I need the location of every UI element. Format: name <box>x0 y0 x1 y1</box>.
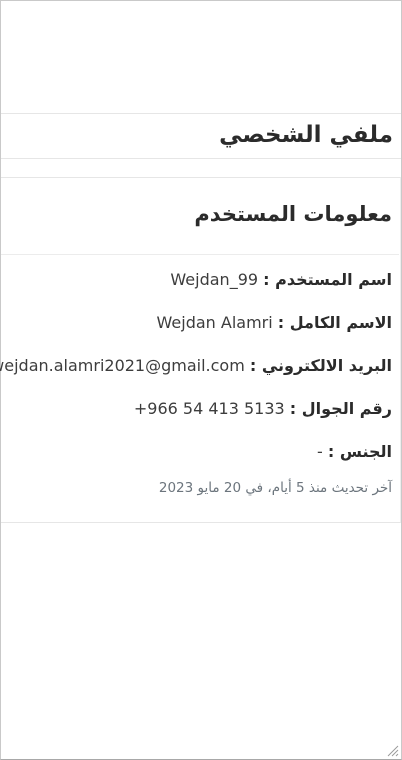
phone-row: رقم الجوال : +966 54 413 5133 <box>134 399 392 418</box>
phone-value: +966 54 413 5133 <box>133 399 285 418</box>
phone-label: رقم الجوال : <box>289 399 392 418</box>
gender-label: الجنس : <box>327 442 392 461</box>
card-divider <box>1 254 399 255</box>
gender-row: الجنس : - <box>317 442 392 461</box>
fullname-label: الاسم الكامل : <box>277 313 392 332</box>
fullname-value: Wejdan Alamri <box>156 313 273 332</box>
profile-header: ملفي الشخصي <box>1 113 401 159</box>
email-label: البريد الالكتروني : <box>249 356 392 375</box>
user-info-card: معلومات المستخدم اسم المستخدم : Wejdan_9… <box>0 177 401 523</box>
username-row: اسم المستخدم : Wejdan_99 <box>170 270 392 289</box>
username-value: Wejdan_99 <box>170 270 259 289</box>
app-frame: ملفي الشخصي معلومات المستخدم اسم المستخد… <box>0 0 402 760</box>
page-title: ملفي الشخصي <box>219 122 393 148</box>
last-updated-text: آخر تحديث منذ 5 أيام، في 20 مايو 2023 <box>158 480 392 496</box>
username-label: اسم المستخدم : <box>263 270 392 289</box>
card-title: معلومات المستخدم <box>194 202 392 226</box>
resize-grip-icon[interactable] <box>387 745 399 757</box>
gender-value: - <box>316 442 323 461</box>
fullname-row: الاسم الكامل : Wejdan Alamri <box>157 313 392 332</box>
email-value: wejdan.alamri2021@gmail.com <box>0 356 245 375</box>
email-row: البريد الالكتروني : wejdan.alamri2021@gm… <box>0 356 392 375</box>
